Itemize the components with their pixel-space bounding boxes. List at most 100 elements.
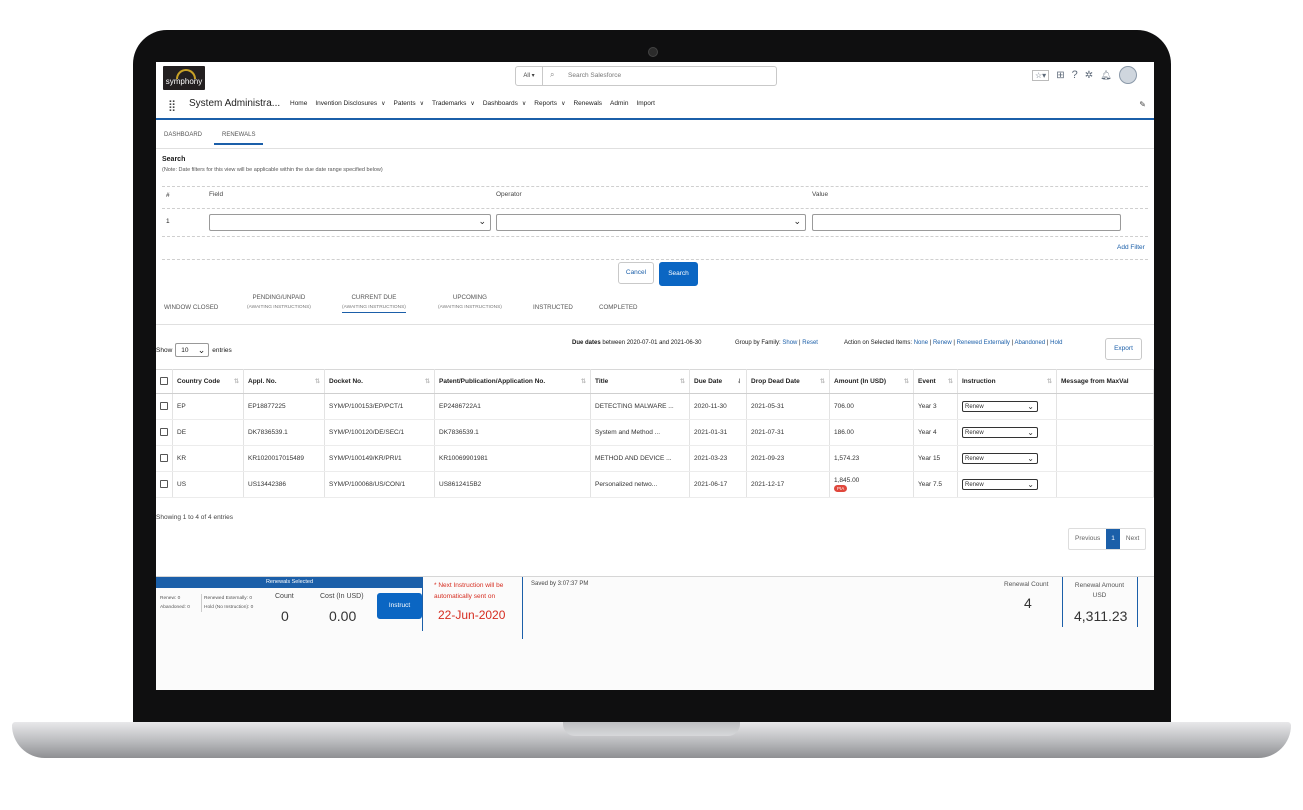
divider (162, 208, 1148, 209)
value-input[interactable] (812, 214, 1121, 231)
pia-badge[interactable]: PIA (834, 485, 848, 492)
global-add-icon[interactable]: ⊞ (1056, 70, 1064, 81)
col-due-date[interactable]: Due Date ⇃ (689, 369, 747, 394)
action-hold-link[interactable]: Hold (1050, 340, 1062, 346)
nav-item-invention-disclosures[interactable]: Invention Disclosures (315, 100, 377, 107)
edit-nav-pencil-icon[interactable]: ✎ (1139, 100, 1146, 109)
tab-dashboard[interactable]: DASHBOARD (164, 132, 202, 138)
chevron-down-icon[interactable]: ∨ (420, 101, 424, 107)
user-avatar[interactable] (1118, 66, 1137, 84)
app-launcher-icon[interactable]: ⣿ (168, 99, 176, 112)
action-renewed-externally-link[interactable]: Renewed Externally (957, 340, 1010, 346)
col-docket-no[interactable]: Docket No. ⇅ (324, 369, 435, 394)
col-instruction[interactable]: Instruction ⇅ (957, 369, 1057, 394)
entries-select[interactable]: 10 ⌄ (175, 343, 210, 357)
cell-amount: 706.00 (829, 393, 914, 420)
field-select[interactable]: ⌄ (209, 214, 491, 231)
row-checkbox[interactable] (160, 453, 168, 462)
chevron-down-icon[interactable]: ∨ (470, 101, 474, 107)
nav-item-renewals[interactable]: Renewals (573, 100, 602, 107)
instruct-button[interactable]: Instruct (377, 593, 422, 619)
cell-title-link[interactable]: METHOD AND DEVICE ... (590, 445, 690, 472)
header-label: Due Date (694, 378, 723, 385)
col-drop-dead-date[interactable]: Drop Dead Date ⇅ (746, 369, 830, 394)
instruction-value: Renew (965, 404, 984, 410)
header-label: Docket No. (329, 378, 363, 385)
action-renew-link[interactable]: Renew (933, 340, 952, 346)
col-title[interactable]: Title ⇅ (590, 369, 690, 394)
cancel-button[interactable]: Cancel (618, 262, 654, 284)
chevron-down-icon[interactable]: ∨ (381, 101, 385, 107)
action-abandoned-link[interactable]: Abandoned (1015, 340, 1046, 346)
row-checkbox[interactable] (160, 427, 168, 436)
instruction-value: Renew (965, 456, 984, 462)
cell-title-link[interactable]: Personalized netwo... (590, 471, 690, 498)
cell-title-link[interactable]: DETECTING MALWARE ... (590, 393, 690, 420)
col-appl-no[interactable]: Appl. No. ⇅ (243, 369, 325, 394)
cell-title-link[interactable]: System and Method ... (590, 419, 690, 446)
status-tab-window-closed[interactable]: WINDOW CLOSED (164, 304, 218, 311)
search-button[interactable]: Search (659, 262, 698, 286)
app-screen: symphony All ▾ ⌕ Search Salesforce ☆▾ ⊞ … (156, 62, 1154, 690)
search-scope-label: All (523, 73, 530, 79)
cell-country: KR (172, 445, 244, 472)
nav-item-dashboards[interactable]: Dashboards (483, 100, 518, 107)
header-label: Instruction (962, 378, 996, 385)
group-show-link[interactable]: Show (782, 340, 797, 346)
table-header-row: Country Code ⇅ Appl. No. ⇅ Docket No. ⇅ Pat… (156, 369, 1154, 394)
operator-select[interactable]: ⌄ (496, 214, 806, 231)
group-reset-link[interactable]: Reset (802, 340, 818, 346)
notification-bell-icon[interactable]: 🔔︎ (1100, 70, 1111, 81)
status-tab-pending-unpaid[interactable]: PENDING/UNPAID (AWAITING INSTRUCTIONS) (247, 294, 311, 310)
col-event[interactable]: Event ⇅ (913, 369, 958, 394)
instruction-select[interactable]: Renew ⌄ (962, 453, 1038, 464)
select-all-checkbox[interactable] (160, 376, 168, 385)
row-select-cell (156, 393, 173, 420)
add-filter-link[interactable]: Add Filter (1117, 244, 1145, 251)
nav-item-trademarks[interactable]: Trademarks (432, 100, 466, 107)
hold-count: Hold (No Instruction): 0 (204, 605, 254, 610)
row-checkbox[interactable] (160, 479, 168, 488)
col-country-code[interactable]: Country Code ⇅ (172, 369, 244, 394)
renewal-count-label: Renewal Count (1004, 581, 1049, 588)
tab-renewals[interactable]: RENEWALS (214, 132, 264, 145)
nav-item-patents[interactable]: Patents (394, 100, 416, 107)
filter-col-field: Field (209, 191, 224, 198)
nav-item-home[interactable]: Home (290, 100, 307, 107)
selected-breakdown-right: Renewed Externally: 0 Hold (No Instructio… (201, 594, 253, 612)
next-page-button[interactable]: Next (1120, 529, 1145, 549)
next-instruction-date: 22-Jun-2020 (438, 608, 506, 622)
help-icon[interactable]: ? (1072, 69, 1078, 81)
status-tab-current-due[interactable]: CURRENT DUE (AWAITING INSTRUCTIONS) (342, 294, 406, 313)
row-checkbox[interactable] (160, 401, 168, 410)
chevron-down-icon[interactable]: ∨ (561, 101, 565, 107)
cell-docket-no: SYM/P/100153/EP/PCT/1 (324, 393, 435, 420)
search-title: Search (162, 156, 186, 163)
nav-item-admin[interactable]: Admin (610, 100, 628, 107)
status-tab-upcoming[interactable]: UPCOMING (AWAITING INSTRUCTIONS) (438, 294, 502, 310)
global-search[interactable]: All ▾ ⌕ Search Salesforce (515, 66, 777, 86)
status-tab-completed[interactable]: COMPLETED (599, 304, 638, 311)
page-1-button[interactable]: 1 (1106, 529, 1120, 549)
chevron-down-icon[interactable]: ∨ (522, 101, 526, 107)
instruction-select[interactable]: Renew ⌄ (962, 427, 1038, 438)
sort-icon: ⇅ (580, 379, 586, 385)
previous-page-button[interactable]: Previous (1069, 529, 1106, 549)
status-tab-instructed[interactable]: INSTRUCTED (533, 304, 573, 311)
row-select-cell (156, 419, 173, 446)
select-all-header[interactable] (156, 369, 173, 394)
export-button[interactable]: Export (1105, 338, 1142, 360)
setup-gear-icon[interactable]: ✲ (1085, 70, 1093, 81)
renewal-amount-label-1: Renewal Amount (1074, 582, 1125, 589)
cell-drop-dead-date: 2021-12-17 (746, 471, 830, 498)
search-scope-select[interactable]: All ▾ (516, 67, 543, 85)
instruction-select[interactable]: Renew ⌄ (962, 479, 1038, 490)
symphony-logo[interactable]: symphony (163, 66, 205, 90)
instruction-select[interactable]: Renew ⌄ (962, 401, 1038, 412)
col-patent-no[interactable]: Patent/Publication/Application No. ⇅ (434, 369, 591, 394)
nav-item-reports[interactable]: Reports (534, 100, 557, 107)
col-amount[interactable]: Amount (In USD) ⇅ (829, 369, 914, 394)
favorites-star-icon[interactable]: ☆▾ (1032, 69, 1050, 81)
nav-item-import[interactable]: Import (636, 100, 654, 107)
action-none-link[interactable]: None (914, 340, 928, 346)
